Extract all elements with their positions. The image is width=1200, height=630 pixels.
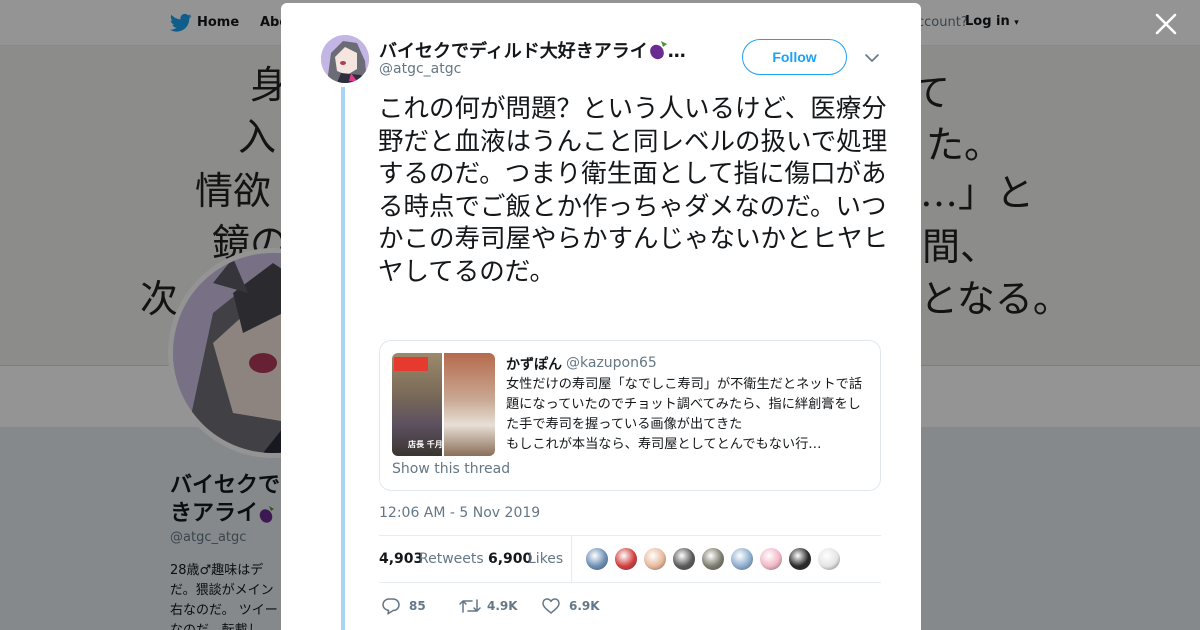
media-thumbnail: [444, 353, 495, 456]
liker-avatar[interactable]: [788, 547, 812, 571]
quoted-author-name: かずぽん: [506, 357, 562, 373]
likes-label[interactable]: Likes: [528, 551, 563, 567]
retweets-label[interactable]: Retweets: [419, 551, 484, 567]
like-count: 6.9K: [569, 599, 600, 613]
quoted-tweet-card[interactable]: 店長 千月 かずぽん @kazupon65 女性だけの寿司屋「なでしこ寿司」が不…: [379, 340, 881, 491]
tweet-stats: 4,903 Retweets 6,900 Likes: [379, 535, 881, 583]
liker-avatar[interactable]: [585, 547, 609, 571]
retweet-icon: [459, 599, 481, 613]
liker-avatar[interactable]: [701, 547, 725, 571]
retweets-count[interactable]: 4,903: [379, 551, 423, 567]
retweet-count: 4.9K: [487, 599, 518, 613]
author-handle[interactable]: @atgc_atgc: [379, 61, 461, 77]
liker-avatar[interactable]: [817, 547, 841, 571]
tweet-text: これの何が問題？という人いるけど、医療分野だと血液はうんこと同レベルの扱いで処理…: [378, 94, 889, 287]
liker-avatar[interactable]: [643, 547, 667, 571]
liker-avatar[interactable]: [614, 547, 638, 571]
chevron-down-icon[interactable]: [863, 51, 881, 65]
author-name-text: バイセクでディルド大好きアライ: [379, 41, 648, 62]
author-name-ellipsis: …: [667, 41, 686, 62]
heart-icon: [542, 598, 560, 614]
media-caption-tag: [394, 357, 428, 371]
quoted-author-handle: @kazupon65: [566, 355, 657, 371]
quoted-tweet-media[interactable]: 店長 千月: [392, 353, 495, 456]
eggplant-icon: [648, 39, 668, 66]
anime-avatar-icon: [321, 35, 369, 83]
show-thread-link[interactable]: Show this thread: [392, 461, 510, 477]
liker-avatar[interactable]: [730, 547, 754, 571]
quoted-tweet-text: 女性だけの寿司屋「なでしこ寿司」が不衛生だとネットで話題になっていたのでチョット…: [506, 377, 863, 452]
likes-count[interactable]: 6,900: [488, 551, 532, 567]
liker-avatar[interactable]: [759, 547, 783, 571]
author-avatar[interactable]: [321, 35, 369, 83]
follow-button[interactable]: Follow: [742, 39, 847, 75]
liker-avatar[interactable]: [672, 547, 696, 571]
stats-divider: [571, 536, 572, 582]
tweet-timestamp[interactable]: 12:06 AM - 5 Nov 2019: [379, 505, 540, 521]
thread-connector-line: [341, 87, 345, 630]
reply-count: 85: [409, 599, 426, 613]
media-caption: 店長 千月: [408, 440, 443, 449]
reply-icon: [382, 598, 400, 615]
close-icon[interactable]: [1152, 10, 1180, 38]
tweet-permalink-modal: バイセクでディルド大好きアライ … @atgc_atgc Follow これの何が…: [281, 3, 921, 630]
tweet-actions: 85 4.9K 6.9K: [379, 591, 881, 621]
